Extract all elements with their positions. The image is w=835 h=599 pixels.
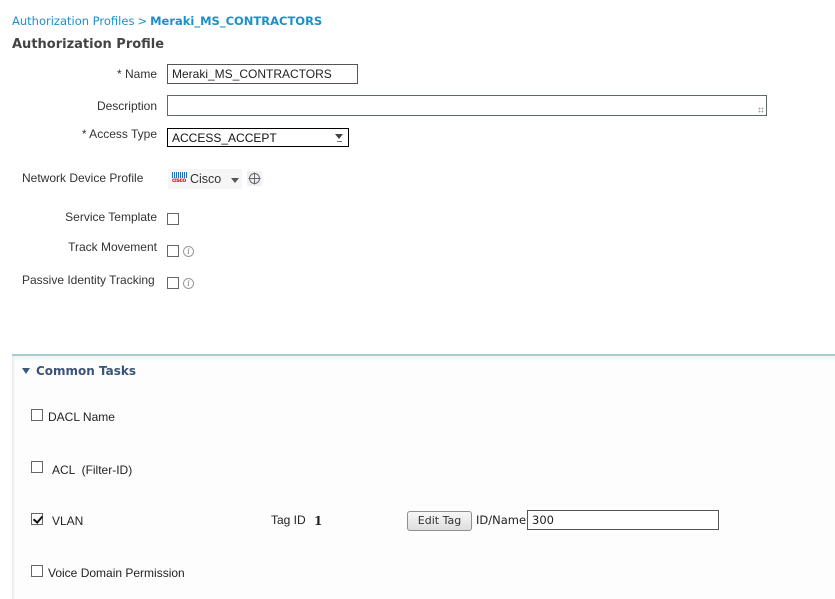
- collapse-caret-icon[interactable]: [22, 368, 30, 374]
- target-crosshair-icon[interactable]: [247, 171, 262, 186]
- voice-domain-permission-checkbox[interactable]: [31, 565, 43, 577]
- breadcrumb-separator: >: [137, 14, 148, 28]
- acl-filter-id-checkbox[interactable]: [31, 461, 43, 473]
- passive-identity-tracking-label: Passive Identity Tracking: [22, 273, 155, 287]
- breadcrumb-parent-link[interactable]: Authorization Profiles: [12, 14, 134, 28]
- dacl-name-checkbox[interactable]: [31, 409, 43, 421]
- name-label: * Name: [116, 67, 157, 81]
- info-icon[interactable]: i: [183, 278, 194, 289]
- dropdown-arrow-icon: [335, 134, 343, 139]
- track-movement-label: Track Movement: [68, 240, 157, 254]
- passive-identity-tracking-checkbox[interactable]: [167, 277, 179, 289]
- tag-id-label: Tag ID: [271, 513, 306, 527]
- vlan-checkbox[interactable]: [31, 513, 43, 525]
- name-input[interactable]: [167, 64, 358, 84]
- access-type-value: ACCESS_ACCEPT: [172, 131, 277, 145]
- network-device-profile-label: Network Device Profile: [22, 171, 144, 185]
- track-movement-checkbox[interactable]: [167, 245, 179, 257]
- info-icon[interactable]: i: [183, 246, 194, 257]
- dacl-name-label: DACL Name: [48, 410, 115, 424]
- service-template-label: Service Template: [65, 210, 157, 224]
- breadcrumb-current: Meraki_MS_CONTRACTORS: [150, 14, 323, 28]
- tag-id-value: 1: [314, 514, 323, 528]
- common-tasks-panel: [12, 354, 835, 599]
- description-label: Description: [96, 99, 157, 113]
- page-title: Authorization Profile: [12, 37, 165, 52]
- acl-filter-id-label: ACL (Filter-ID): [52, 463, 133, 477]
- common-tasks-title[interactable]: Common Tasks: [36, 364, 136, 378]
- chevron-down-icon[interactable]: [231, 178, 239, 183]
- edit-tag-button[interactable]: Edit Tag: [407, 511, 472, 531]
- breadcrumb: Authorization Profiles > Meraki_MS_CONTRAC…: [12, 14, 322, 28]
- id-name-label: ID/Name: [476, 513, 527, 527]
- resize-grip-icon[interactable]: [758, 107, 764, 113]
- access-type-label: * Access Type: [81, 127, 157, 141]
- voice-domain-permission-label: Voice Domain Permission: [48, 566, 185, 580]
- panel-header-shadow: [12, 356, 835, 362]
- vlan-label: VLAN: [52, 514, 84, 528]
- access-type-select[interactable]: ACCESS_ACCEPT: [167, 128, 349, 147]
- description-textarea[interactable]: [167, 95, 767, 116]
- network-device-profile-value: Cisco: [190, 172, 222, 186]
- cisco-logo-icon: cisco: [172, 172, 188, 186]
- dropdown-arrow-tick: [337, 141, 342, 142]
- vlan-id-name-input[interactable]: [527, 510, 719, 530]
- service-template-checkbox[interactable]: [167, 213, 179, 225]
